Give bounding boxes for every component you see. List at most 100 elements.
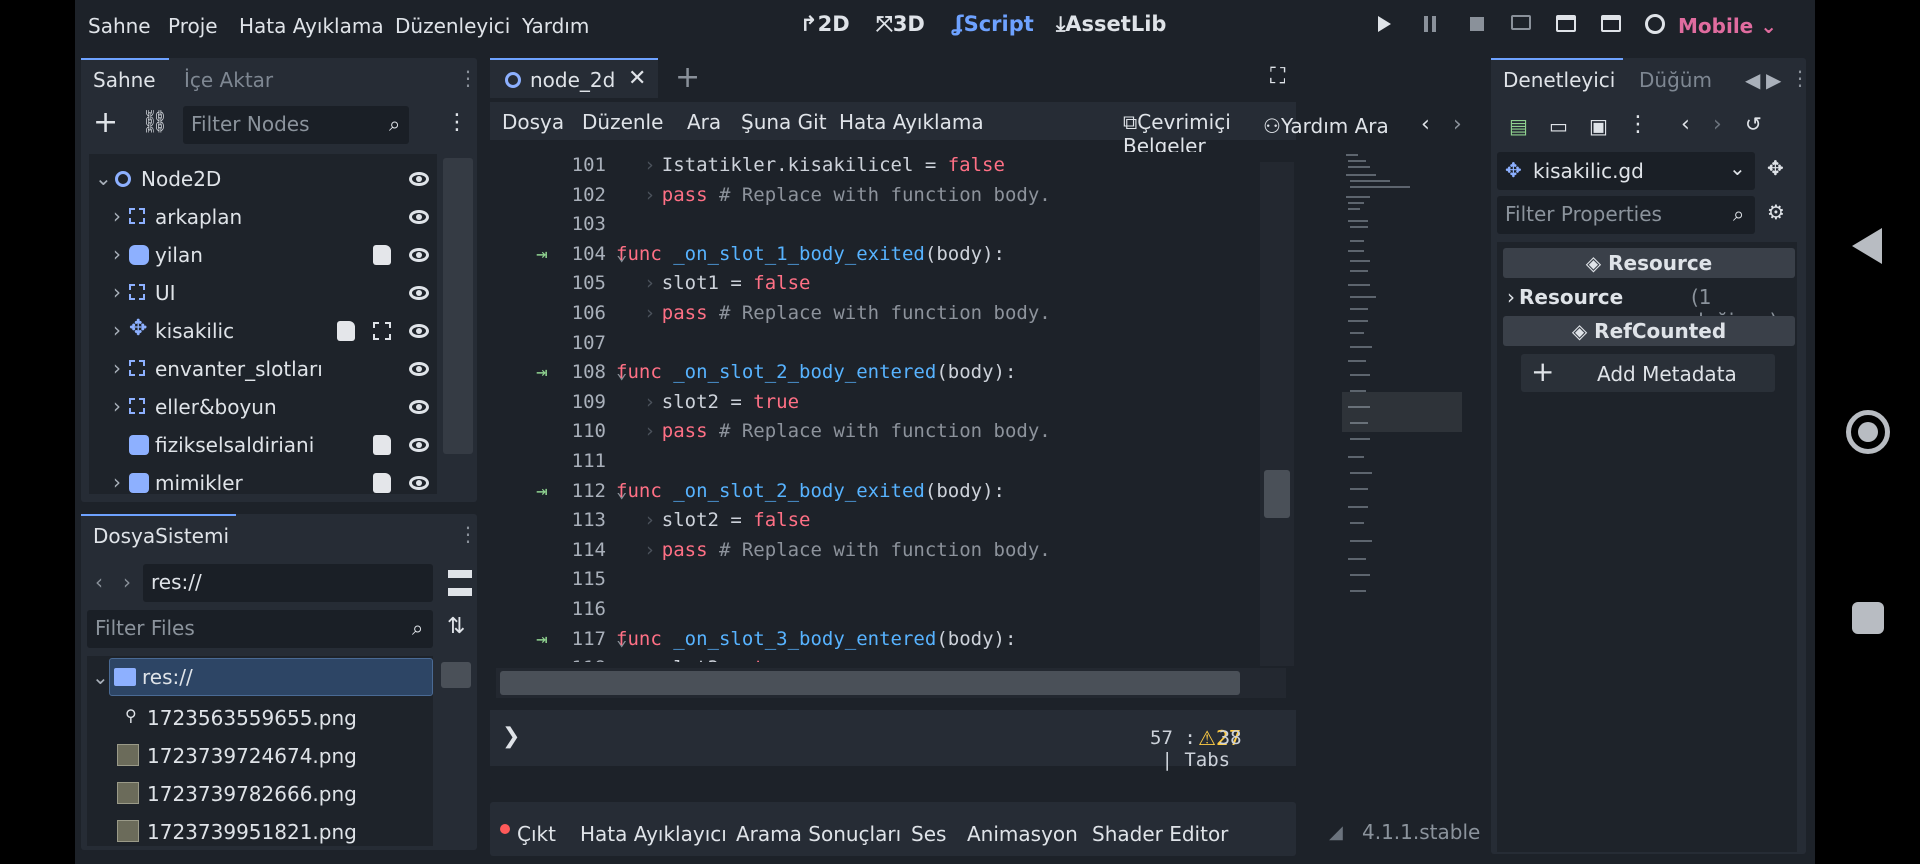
script-attached-icon[interactable] bbox=[373, 245, 391, 265]
tab-output[interactable]: Çıkt bbox=[517, 822, 556, 846]
code-line[interactable]: 118› slot3 = true bbox=[496, 657, 1256, 662]
menu-help[interactable]: Yardım bbox=[522, 14, 589, 38]
script-attached-icon[interactable] bbox=[373, 435, 391, 455]
code-line[interactable]: ⇥ 112 ⌄ func _on_slot_2_body_exited(body): bbox=[496, 480, 1256, 510]
tab-debugger[interactable]: Hata Ayıklayıcı bbox=[580, 822, 727, 846]
menu-file[interactable]: Dosya bbox=[502, 110, 564, 134]
visibility-eye-icon[interactable] bbox=[409, 362, 429, 376]
android-recents-icon[interactable] bbox=[1852, 602, 1884, 634]
file-item[interactable]: 1723739782666.png bbox=[107, 780, 407, 810]
minimap-viewport[interactable] bbox=[1342, 392, 1462, 432]
expand-arrow-icon[interactable]: › bbox=[113, 394, 121, 418]
code-line[interactable]: 116 bbox=[496, 598, 1256, 628]
prev-script-icon[interactable]: ‹ bbox=[1421, 112, 1430, 137]
filter-properties-input[interactable]: Filter Properties bbox=[1497, 196, 1755, 234]
tab-inspector[interactable]: Denetleyici bbox=[1491, 58, 1623, 98]
expand-arrow-icon[interactable]: › bbox=[113, 204, 121, 228]
back-icon[interactable]: ‹ bbox=[1681, 112, 1690, 137]
code-line[interactable]: 102 › pass # Replace with function body. bbox=[496, 184, 1256, 214]
movie-maker-icon[interactable] bbox=[1645, 14, 1665, 34]
stop-icon[interactable] bbox=[1470, 17, 1484, 31]
code-line[interactable]: 110 › pass # Replace with function body. bbox=[496, 420, 1256, 450]
menu-debug[interactable]: Hata Ayıklama bbox=[239, 14, 384, 38]
open-folder-icon[interactable]: ▭ bbox=[1549, 114, 1568, 138]
file-item[interactable]: 1723739951821.png bbox=[107, 818, 407, 846]
code-horizontal-scrollbar[interactable] bbox=[496, 668, 1286, 698]
object-help-icon[interactable]: ✥ bbox=[1767, 156, 1784, 180]
code-line[interactable]: ⇥ 108 ⌄ func _on_slot_2_body_entered(body): bbox=[496, 361, 1256, 391]
tab-scene[interactable]: Sahne bbox=[81, 58, 169, 98]
expand-arrow-icon[interactable]: › bbox=[113, 356, 121, 380]
sort-icon[interactable]: ⇅ bbox=[447, 614, 465, 639]
code-line[interactable]: 115 bbox=[496, 568, 1256, 598]
path-input[interactable]: res:// bbox=[143, 564, 433, 602]
code-line[interactable]: 103 bbox=[496, 213, 1256, 243]
new-tab-icon[interactable]: + bbox=[675, 60, 700, 95]
visibility-eye-icon[interactable] bbox=[409, 210, 429, 224]
dock-menu-icon[interactable]: ⋮ bbox=[458, 66, 478, 90]
link-icon[interactable]: ⛓ bbox=[141, 110, 169, 135]
save-icon[interactable]: ▣ bbox=[1589, 114, 1608, 138]
code-line[interactable]: 113 › slot2 = false bbox=[496, 509, 1256, 539]
code-line[interactable]: 107 bbox=[496, 332, 1256, 362]
tree-row-arkaplan[interactable]: › arkaplan bbox=[89, 198, 429, 236]
remote-debug-icon[interactable] bbox=[1511, 15, 1531, 30]
code-line[interactable]: 105 › slot1 = false bbox=[496, 272, 1256, 302]
tree-row-yilan[interactable]: › yilan bbox=[89, 236, 429, 274]
script-attached-icon[interactable] bbox=[337, 321, 355, 341]
code-line[interactable]: 106 › pass # Replace with function body. bbox=[496, 302, 1256, 332]
workspace-assetlib-button[interactable]: ⤓AssetLib bbox=[1056, 12, 1166, 37]
file-tree-scrollbar[interactable] bbox=[441, 662, 471, 688]
workspace-3d-button[interactable]: ⤧3D bbox=[876, 12, 925, 37]
toggle-scripts-panel-icon[interactable]: ❯ bbox=[502, 724, 520, 749]
file-tree-root-row[interactable]: ⌄ res:// bbox=[92, 658, 433, 696]
menu-edit[interactable]: Düzenle bbox=[582, 110, 663, 134]
workspace-script-button[interactable]: ʆScript bbox=[952, 12, 1034, 36]
scene-tree-scrollbar[interactable] bbox=[443, 158, 473, 454]
scene-options-icon[interactable]: ⋮ bbox=[446, 110, 468, 135]
code-line[interactable]: ⇥ 104 ⌄ func _on_slot_1_body_exited(body): bbox=[496, 243, 1256, 273]
visibility-eye-icon[interactable] bbox=[409, 438, 429, 452]
tools-menu-icon[interactable]: ⋮ bbox=[1627, 112, 1649, 137]
tab-audio[interactable]: Ses bbox=[911, 822, 946, 846]
tree-row-kisakilic[interactable]: › ✥ kisakilic bbox=[89, 312, 429, 350]
code-line[interactable]: 111 bbox=[496, 450, 1256, 480]
search-help-button[interactable]: ⚇Yardım Ara bbox=[1263, 114, 1389, 138]
code-vertical-scrollbar[interactable] bbox=[1260, 162, 1294, 666]
visibility-eye-icon[interactable] bbox=[409, 400, 429, 414]
expand-arrow-icon[interactable]: › bbox=[113, 470, 121, 494]
property-settings-icon[interactable]: ⚙ bbox=[1767, 200, 1785, 224]
resource-selector[interactable]: ✥ kisakilic.gd ⌄ bbox=[1497, 152, 1755, 190]
tab-shader-editor[interactable]: Shader Editor bbox=[1092, 822, 1228, 846]
menu-search[interactable]: Ara bbox=[687, 110, 721, 134]
new-resource-icon[interactable]: ▤ bbox=[1509, 114, 1528, 138]
tree-row-mimikler[interactable]: › mimikler bbox=[89, 464, 429, 502]
close-icon[interactable]: ✕ bbox=[628, 66, 646, 91]
code-line[interactable]: 101 › Istatikler.kisakilicel = false bbox=[496, 154, 1256, 184]
dock-menu-icon[interactable]: ⋮ bbox=[1790, 66, 1810, 90]
forward-icon[interactable]: › bbox=[1713, 112, 1722, 137]
code-line[interactable]: ⇥ 117 ⌄ func _on_slot_3_body_entered(body): bbox=[496, 628, 1256, 658]
expand-arrow-icon[interactable]: › bbox=[113, 242, 121, 266]
add-node-icon[interactable]: + bbox=[93, 108, 118, 138]
prev-dock-icon[interactable]: ◀ bbox=[1745, 68, 1760, 92]
menu-editor[interactable]: Düzenleyici bbox=[395, 14, 510, 38]
tab-node-2d[interactable]: node_2d ✕ bbox=[490, 58, 658, 98]
fullscreen-icon[interactable]: ⛶ bbox=[1270, 64, 1285, 89]
tree-row-fizikselsaldiriani[interactable]: fizikselsaldiriani bbox=[89, 426, 429, 464]
tree-row-eller-boyun[interactable]: › eller&boyun bbox=[89, 388, 429, 426]
menu-scene[interactable]: Sahne bbox=[88, 14, 151, 38]
add-metadata-button[interactable]: + Add Metadata bbox=[1521, 354, 1775, 392]
tab-animation[interactable]: Animasyon bbox=[967, 822, 1078, 846]
expand-arrow-icon[interactable]: ⌄ bbox=[95, 166, 112, 190]
expand-arrow-icon[interactable]: › bbox=[113, 318, 121, 342]
renderer-select[interactable]: Mobile ⌄ bbox=[1678, 14, 1777, 38]
pause-icon[interactable] bbox=[1424, 16, 1428, 32]
menu-debug[interactable]: Hata Ayıklama bbox=[839, 110, 984, 134]
tree-row-envanter-slotlari[interactable]: › envanter_slotları bbox=[89, 350, 429, 388]
play-scene-icon[interactable] bbox=[1556, 15, 1576, 32]
visibility-eye-icon[interactable] bbox=[409, 476, 429, 490]
next-dock-icon[interactable]: ▶ bbox=[1766, 68, 1781, 92]
forward-icon[interactable]: › bbox=[123, 570, 131, 594]
resource-group[interactable]: › Resource (1 değişen) bbox=[1503, 282, 1795, 333]
